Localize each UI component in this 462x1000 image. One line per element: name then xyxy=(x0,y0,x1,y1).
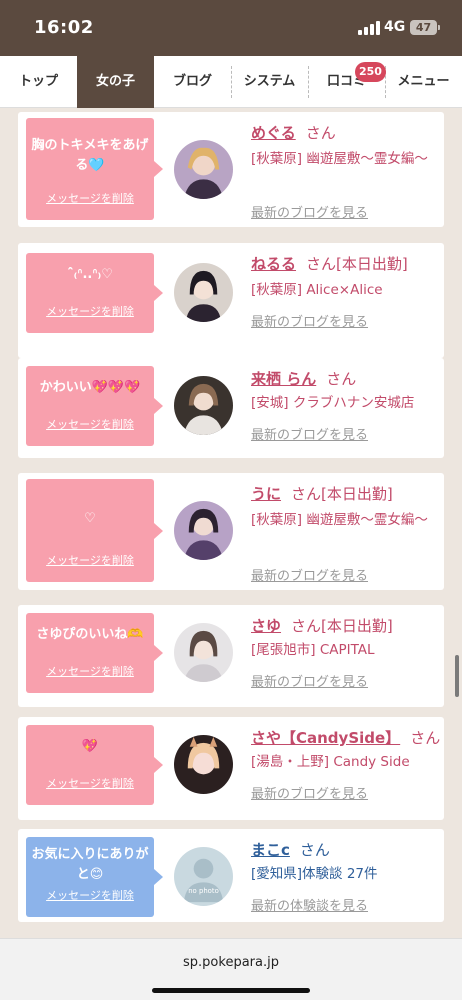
shop-info: [秋葉原] 幽遊屋敷〜霊女編〜 xyxy=(251,151,428,167)
latest-review-link[interactable]: 最新の体験談を見る xyxy=(251,895,368,914)
list-item: かわいい💖💖💖 メッセージを削除 来栖 らん さん [安城] クラブハナン安城店 … xyxy=(18,358,444,458)
avatar[interactable] xyxy=(174,140,233,199)
favorites-list: 胸のトキメキをあげる🩵 メッセージを削除 めぐる さん [秋葉原] 幽遊屋敷〜霊女… xyxy=(18,108,444,938)
tab-menu[interactable]: メニュー xyxy=(385,56,462,108)
list-item: 胸のトキメキをあげる🩵 メッセージを削除 めぐる さん [秋葉原] 幽遊屋敷〜霊女… xyxy=(18,112,444,227)
work-status: [本日出勤] xyxy=(321,617,393,635)
girl-name-link[interactable]: ねるる xyxy=(251,255,296,273)
message-text: 胸のトキメキをあげる🩵 xyxy=(31,138,149,173)
message-text: ˆ̑‎₍ᐢ..ᐢ₎♡ xyxy=(67,267,113,282)
message-text: さゆぴのいいね🫶 xyxy=(36,627,144,642)
message-bubble: さゆぴのいいね🫶 メッセージを削除 xyxy=(26,613,163,693)
girl-name-link[interactable]: まこc xyxy=(251,841,290,859)
girl-name-link[interactable]: 来栖 らん xyxy=(251,370,316,388)
work-status: [本日出勤] xyxy=(321,485,393,503)
message-text: かわいい💖💖💖 xyxy=(39,380,141,395)
message-text: 💖 xyxy=(81,739,99,754)
delete-message-link[interactable]: メッセージを削除 xyxy=(26,303,154,319)
delete-message-link[interactable]: メッセージを削除 xyxy=(26,552,154,568)
message-bubble: 💖 メッセージを削除 xyxy=(26,725,163,805)
main-nav: トップ 女の子 ブログ システム 口コミ メニュー xyxy=(0,56,462,108)
latest-blog-link[interactable]: 最新のブログを見る xyxy=(251,202,368,221)
message-bubble: お気に入りにありがと😊 メッセージを削除 xyxy=(26,837,163,917)
list-item: お気に入りにありがと😊 メッセージを削除 no photo まこc さん [愛知県… xyxy=(18,829,444,922)
girl-name-link[interactable]: うに xyxy=(251,485,281,503)
delete-message-link[interactable]: メッセージを削除 xyxy=(26,190,154,206)
shop-info: [愛知県]体験談 27件 xyxy=(251,866,378,882)
signal-icon xyxy=(358,21,380,35)
message-bubble: ˆ̑‎₍ᐢ..ᐢ₎♡ メッセージを削除 xyxy=(26,253,163,333)
avatar[interactable] xyxy=(174,623,233,682)
avatar[interactable] xyxy=(174,376,233,435)
girl-name-line: めぐる さん xyxy=(251,122,336,143)
avatar[interactable] xyxy=(174,735,233,794)
delete-message-link[interactable]: メッセージを削除 xyxy=(26,887,154,903)
list-item: さゆぴのいいね🫶 メッセージを削除 さゆ さん[本日出勤] [尾張旭市] CAPI… xyxy=(18,605,444,707)
work-status: [本日出勤] xyxy=(336,255,408,273)
scrollbar-thumb[interactable] xyxy=(455,655,459,697)
message-bubble: かわいい💖💖💖 メッセージを削除 xyxy=(26,366,163,446)
url-text: sp.pokepara.jp xyxy=(183,955,279,970)
reviews-count-badge: 250 xyxy=(355,62,386,82)
tab-system[interactable]: システム xyxy=(231,56,308,108)
honorific: さん xyxy=(291,485,322,503)
shop-info: [安城] クラブハナン安城店 xyxy=(251,395,415,411)
latest-blog-link[interactable]: 最新のブログを見る xyxy=(251,783,368,802)
message-bubble: ♡ メッセージを削除 xyxy=(26,479,163,582)
girl-name-link[interactable]: さゆ xyxy=(251,617,281,635)
girl-name-link[interactable]: さや【CandySide】 xyxy=(251,729,400,747)
honorific: さん xyxy=(410,729,441,747)
latest-blog-link[interactable]: 最新のブログを見る xyxy=(251,565,368,584)
honorific: さん xyxy=(305,124,336,142)
avatar[interactable]: no photo xyxy=(174,847,233,906)
latest-blog-link[interactable]: 最新のブログを見る xyxy=(251,311,368,330)
girl-name-line: 来栖 らん さん xyxy=(251,368,356,389)
message-text: ♡ xyxy=(84,511,96,526)
honorific: さん xyxy=(291,617,322,635)
message-text: お気に入りにありがと😊 xyxy=(31,847,149,882)
delete-message-link[interactable]: メッセージを削除 xyxy=(26,663,154,679)
shop-info: [湯島・上野] Candy Side xyxy=(251,754,410,770)
battery-level: 47 xyxy=(415,21,432,34)
shop-info: [尾張旭市] CAPITAL xyxy=(251,642,375,658)
girl-name-line: さゆ さん[本日出勤] xyxy=(251,615,393,636)
shop-info: [秋葉原] Alice×Alice xyxy=(251,282,383,298)
girl-name-link[interactable]: めぐる xyxy=(251,124,296,142)
message-bubble: 胸のトキメキをあげる🩵 メッセージを削除 xyxy=(26,118,163,220)
battery-icon: 47 xyxy=(410,20,440,35)
tab-blog[interactable]: ブログ xyxy=(154,56,231,108)
honorific: さん xyxy=(306,255,337,273)
girl-name-line: ねるる さん[本日出勤] xyxy=(251,253,408,274)
girl-name-line: さや【CandySide】 さん xyxy=(251,727,440,748)
delete-message-link[interactable]: メッセージを削除 xyxy=(26,775,154,791)
list-item: ˆ̑‎₍ᐢ..ᐢ₎♡ メッセージを削除 ねるる さん[本日出勤] [秋葉原] Al… xyxy=(18,243,444,358)
latest-blog-link[interactable]: 最新のブログを見る xyxy=(251,671,368,690)
tab-top[interactable]: トップ xyxy=(0,56,77,108)
shop-info: [秋葉原] 幽遊屋敷〜霊女編〜 xyxy=(251,512,428,528)
honorific: さん xyxy=(299,841,330,859)
avatar[interactable] xyxy=(174,501,233,560)
delete-message-link[interactable]: メッセージを削除 xyxy=(26,416,154,432)
no-photo-label: no photo xyxy=(188,887,219,895)
girl-name-line: うに さん[本日出勤] xyxy=(251,483,393,504)
list-item: 💖 メッセージを削除 さや【CandySide】 さん [湯島・上野] Candy… xyxy=(18,717,444,820)
avatar[interactable] xyxy=(174,263,233,322)
list-item: ♡ メッセージを削除 うに さん[本日出勤] [秋葉原] 幽遊屋敷〜霊女編〜 最新… xyxy=(18,473,444,590)
network-type: 4G xyxy=(384,19,406,35)
honorific: さん xyxy=(326,370,357,388)
status-bar: 16:02 4G 47 xyxy=(0,0,462,56)
home-indicator[interactable] xyxy=(152,988,310,993)
latest-blog-link[interactable]: 最新のブログを見る xyxy=(251,424,368,443)
status-time: 16:02 xyxy=(34,17,94,38)
girl-name-line: まこc さん xyxy=(251,839,330,860)
tab-girls[interactable]: 女の子 xyxy=(77,56,154,108)
